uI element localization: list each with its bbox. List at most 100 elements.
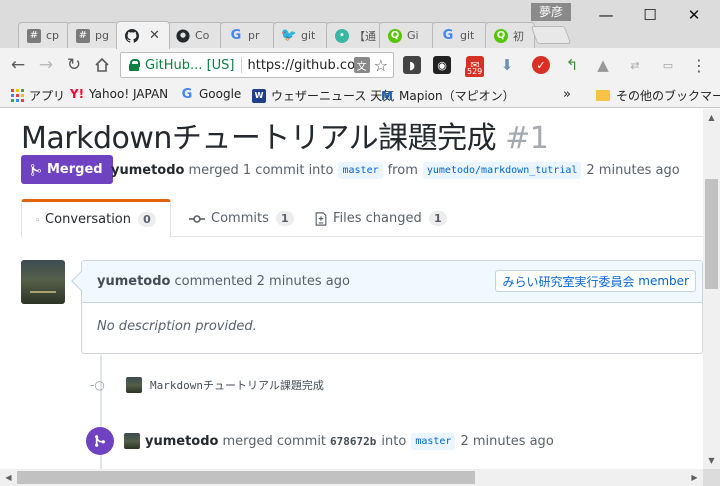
close-window-button[interactable]: ✕ xyxy=(672,0,716,30)
merged-text: merged 1 commit into xyxy=(188,163,334,178)
profile-button[interactable]: 夢彦 xyxy=(531,3,572,21)
site-identity[interactable]: GitHub... [US] xyxy=(145,58,235,73)
timeline-commit: -○ Markdownチュートリアル課題完成 xyxy=(90,374,324,396)
browser-toolbar: ← → ↻ GitHub... [US] https://github.co 文… xyxy=(0,48,720,82)
browser-tab[interactable]: # pg xyxy=(67,22,119,48)
base-branch[interactable]: master xyxy=(338,162,383,179)
browser-tab[interactable]: • 【通 xyxy=(326,22,382,48)
translate-icon[interactable]: 文 xyxy=(353,57,370,73)
tab-title: 【通 xyxy=(354,29,376,43)
reload-button[interactable]: ↻ xyxy=(63,54,85,76)
mask-extension-icon[interactable]: ◉ xyxy=(433,56,451,74)
bookmark-mapion[interactable]: M Mapion（マピオン） xyxy=(380,87,515,104)
pocket-icon[interactable]: ◗ xyxy=(403,56,421,74)
bookmark-weathernews[interactable]: W ウェザーニュース 天気 xyxy=(252,87,394,104)
comment-body: No description provided. xyxy=(97,319,257,334)
commit-sha-link[interactable]: 678672b xyxy=(330,435,376,448)
bookmark-label: アプリ xyxy=(29,89,66,103)
comment-author-link[interactable]: yumetodo xyxy=(97,274,170,289)
commit-message-link[interactable]: Markdownチュートリアル課題完成 xyxy=(150,377,324,393)
tab-files-changed[interactable]: Files changed 1 xyxy=(301,199,461,238)
tab-conversation[interactable]: Conversation 0 xyxy=(21,199,171,238)
address-bar[interactable]: GitHub... [US] https://github.co 文 ☆ xyxy=(120,52,394,78)
forward-button[interactable]: → xyxy=(35,54,57,76)
browser-tab[interactable]: Q 初 xyxy=(485,22,535,48)
browser-tab-strip: # cp # pg ✕ Co G pr 🐦 git • 【通 Q Gi G gi… xyxy=(0,0,720,49)
scroll-up-arrow-icon[interactable]: ▲ xyxy=(703,109,720,126)
merge-text: merged commit xyxy=(222,433,327,449)
tab-counter: 0 xyxy=(138,212,156,227)
bookmark-label: Yahoo! JAPAN xyxy=(89,87,169,101)
minimize-button[interactable]: — xyxy=(584,0,628,30)
extension-box-icon[interactable]: ▭ xyxy=(659,56,677,74)
bookmark-apps[interactable]: アプリ xyxy=(10,87,65,104)
bookmark-yahoo[interactable]: Y! Yahoo! JAPAN xyxy=(70,87,168,101)
browser-tab-active[interactable]: ✕ xyxy=(116,21,170,49)
drive-extension-icon[interactable]: ▲ xyxy=(594,56,612,74)
vertical-scrollbar[interactable]: ▲ ▼ xyxy=(703,109,720,469)
scroll-right-arrow-icon[interactable]: ▶ xyxy=(686,469,703,486)
browser-tab[interactable]: # cp xyxy=(18,22,70,48)
tab-label: Files changed xyxy=(333,211,422,226)
new-tab-button[interactable] xyxy=(530,26,572,44)
tab-title: 初 xyxy=(513,29,524,43)
comment-caret xyxy=(71,271,91,291)
google-icon: G xyxy=(230,28,242,43)
mail-count-badge: 529 xyxy=(465,67,485,77)
bookmark-label: Mapion（マピオン） xyxy=(399,89,515,103)
chrome-menu-icon[interactable]: ⋮ xyxy=(690,56,708,75)
tab-title: cp xyxy=(46,29,60,42)
comment-action: commented 2 minutes ago xyxy=(174,274,350,289)
url-text[interactable]: https://github.co xyxy=(248,58,354,73)
home-button[interactable] xyxy=(91,54,113,76)
scroll-left-arrow-icon[interactable]: ◀ xyxy=(0,469,17,486)
extension-red-icon[interactable]: ✓ xyxy=(532,56,550,74)
commit-icon: -○ xyxy=(90,378,105,392)
avatar[interactable] xyxy=(124,433,140,449)
diff-icon xyxy=(315,211,327,226)
pr-title-text: Markdownチュートリアル課題完成 xyxy=(21,121,497,156)
horizontal-scroll-thumb[interactable] xyxy=(17,471,475,484)
bookmark-star-icon[interactable]: ☆ xyxy=(374,56,388,75)
member-badge: みらい研究室実行委員会 member xyxy=(495,270,696,292)
tab-counter: 1 xyxy=(275,211,294,226)
github-icon xyxy=(176,28,190,43)
vertical-scroll-thumb[interactable] xyxy=(705,179,718,289)
browser-tab[interactable]: Q Gi xyxy=(379,22,435,48)
browser-tab[interactable]: Co xyxy=(167,22,223,48)
horizontal-scrollbar[interactable]: ◀ ▶ xyxy=(0,469,703,486)
scroll-down-arrow-icon[interactable]: ▼ xyxy=(703,452,720,469)
bookmark-google[interactable]: G Google xyxy=(180,86,242,102)
download-extension-icon[interactable]: ⬇ xyxy=(498,56,516,74)
q-icon: Q xyxy=(388,28,402,43)
folder-icon xyxy=(596,90,610,101)
tab-title: pr xyxy=(248,29,260,42)
merge-time: 2 minutes ago xyxy=(460,433,554,449)
tab-title: Gi xyxy=(407,29,419,42)
browser-tab[interactable]: G git xyxy=(432,22,488,48)
avatar[interactable] xyxy=(126,377,142,393)
member-role: member xyxy=(638,274,689,288)
head-branch[interactable]: yumetodo/markdown_tutrial xyxy=(422,162,582,179)
back-button[interactable]: ← xyxy=(7,54,29,76)
pr-comment: yumetodo commented 2 minutes ago みらい研究室実… xyxy=(71,260,703,354)
maximize-button[interactable]: ☐ xyxy=(628,0,672,30)
browser-tab[interactable]: 🐦 git xyxy=(273,22,329,48)
extension-gray-icon[interactable]: ⇄ xyxy=(626,56,644,74)
bookmarks-overflow-button[interactable]: » xyxy=(563,87,571,102)
other-bookmarks-folder[interactable]: その他のブックマーク xyxy=(596,87,720,104)
twitter-icon: 🐦 xyxy=(280,28,298,43)
merge-author-link[interactable]: yumetodo xyxy=(145,434,218,449)
pr-number: #1 xyxy=(505,121,549,156)
tab-commits[interactable]: Commits 1 xyxy=(175,199,308,238)
pr-author-link[interactable]: yumetodo xyxy=(111,163,184,178)
merge-branch[interactable]: master xyxy=(411,432,456,450)
google-icon: G xyxy=(181,86,193,102)
mapion-icon: M xyxy=(381,88,393,103)
github-icon xyxy=(125,28,139,43)
green-arrow-extension-icon[interactable]: ↰ xyxy=(563,56,581,74)
browser-tab[interactable]: G pr xyxy=(220,22,276,48)
close-tab-icon[interactable]: ✕ xyxy=(149,28,160,43)
tab-title: Co xyxy=(195,29,210,42)
avatar[interactable] xyxy=(21,260,65,304)
